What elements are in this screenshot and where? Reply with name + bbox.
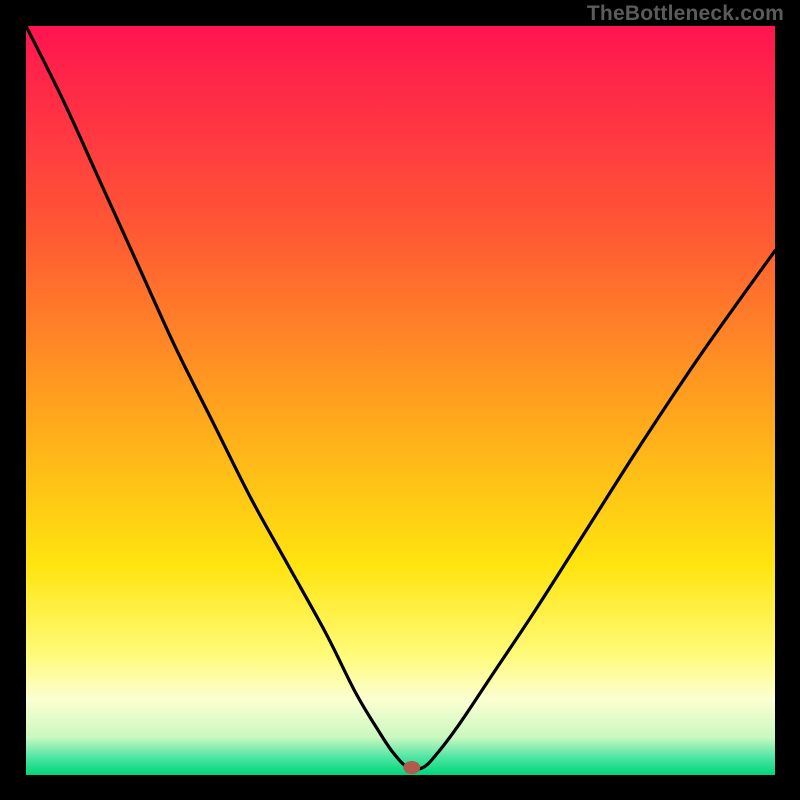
- plot-background: [26, 26, 775, 775]
- chart-container: TheBottleneck.com: [0, 0, 800, 800]
- bottleneck-chart: [0, 0, 800, 800]
- watermark-label: TheBottleneck.com: [587, 2, 784, 26]
- optimal-marker: [403, 761, 420, 774]
